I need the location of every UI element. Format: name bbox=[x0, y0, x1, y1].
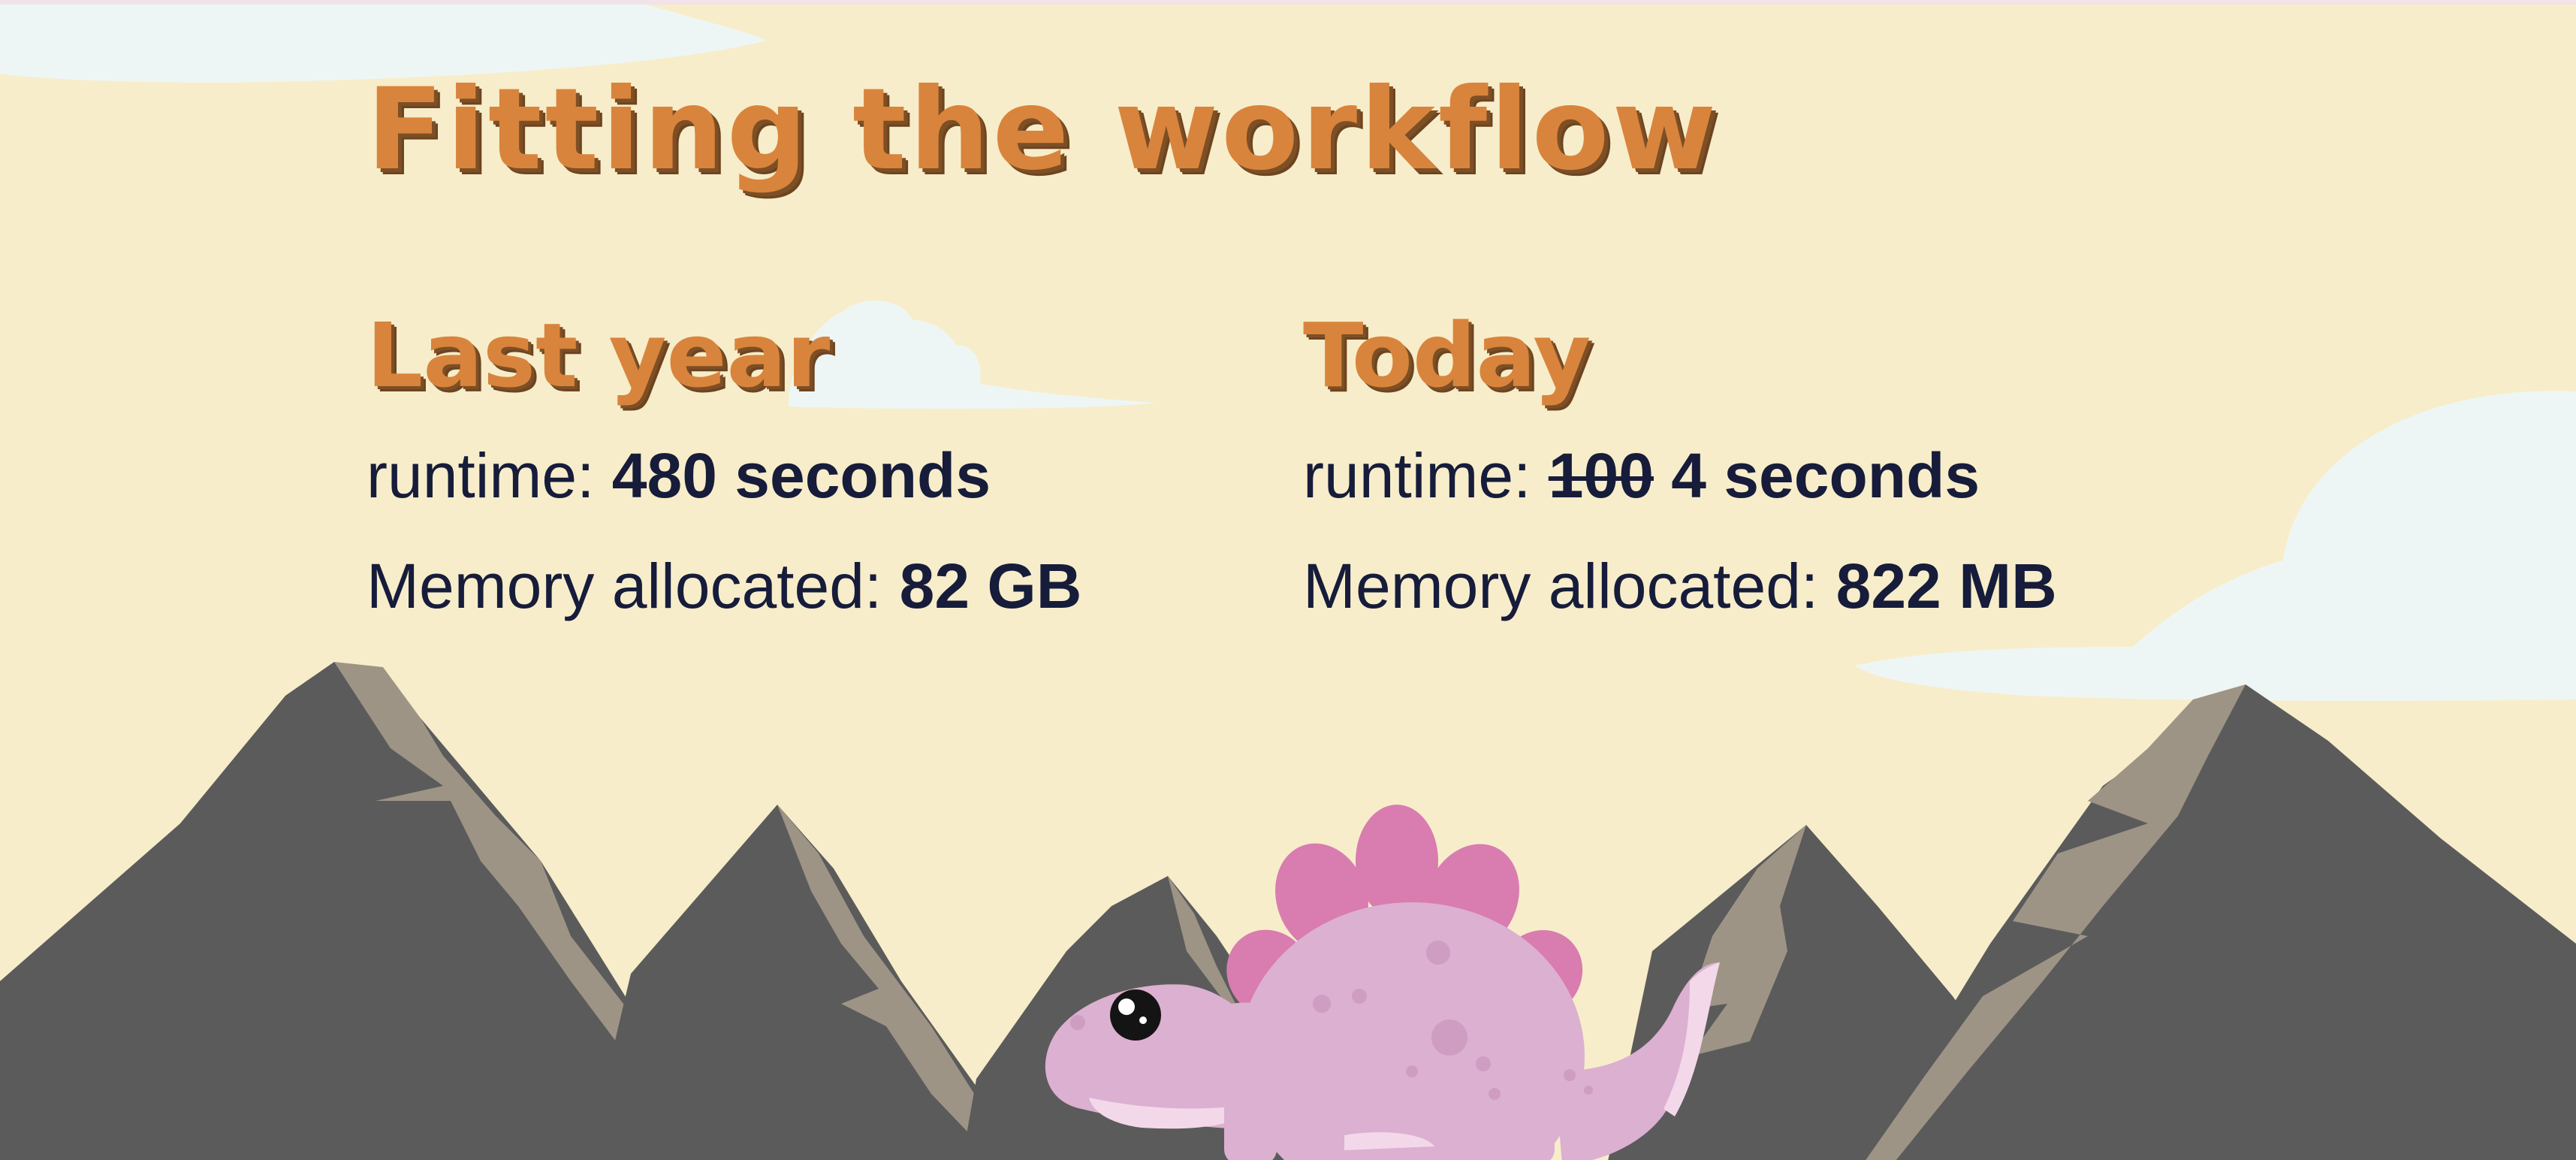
runtime-value: 480 seconds bbox=[611, 440, 991, 511]
mountain-icon bbox=[587, 805, 1019, 1160]
memory-value: 82 GB bbox=[899, 551, 1082, 621]
memory-label: Memory allocated: bbox=[366, 551, 882, 621]
today-runtime: runtime: 100 4 seconds bbox=[1303, 444, 1980, 507]
last-year-memory: Memory allocated: 82 GB bbox=[366, 554, 1081, 618]
today-memory: Memory allocated: 822 MB bbox=[1303, 554, 2057, 618]
runtime-label: runtime: bbox=[1303, 440, 1531, 511]
memory-value: 822 MB bbox=[1835, 551, 2057, 621]
mountain-icon bbox=[1857, 684, 2576, 1160]
today-heading: Today bbox=[1303, 304, 1591, 407]
slide-title: Fitting the workflow bbox=[366, 65, 1720, 195]
runtime-value: 4 seconds bbox=[1671, 440, 1980, 511]
runtime-old-value: 100 bbox=[1548, 440, 1654, 511]
last-year-heading: Last year bbox=[366, 304, 831, 407]
last-year-runtime: runtime: 480 seconds bbox=[366, 444, 991, 507]
slide: Fitting the workflow Last year runtime: … bbox=[0, 0, 2576, 1160]
memory-label: Memory allocated: bbox=[1303, 551, 1819, 621]
cloud-icon bbox=[789, 300, 1157, 409]
runtime-label: runtime: bbox=[366, 440, 595, 511]
cloud-icon bbox=[1855, 391, 2576, 701]
